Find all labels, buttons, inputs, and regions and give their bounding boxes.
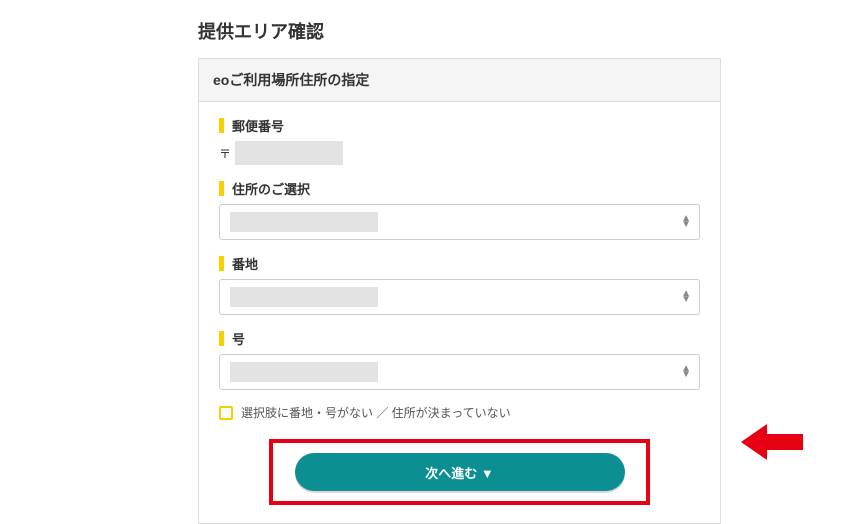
marker-icon (219, 331, 224, 346)
address-select-value (230, 212, 378, 232)
banchi-label-text: 番地 (232, 254, 258, 273)
banchi-label: 番地 (219, 254, 700, 273)
address-card: eoご利用場所住所の指定 郵便番号 〒 住所のご選択 (198, 58, 721, 524)
gou-label: 号 (219, 329, 700, 348)
postal-field: 郵便番号 〒 (219, 116, 700, 165)
gou-label-text: 号 (232, 329, 245, 348)
banchi-field: 番地 ▲▼ (219, 254, 700, 315)
card-heading: eoご利用場所住所の指定 (199, 59, 720, 102)
address-select[interactable] (219, 204, 700, 240)
postal-input[interactable] (235, 141, 343, 165)
address-label: 住所のご選択 (219, 179, 700, 198)
gou-select-value (230, 362, 378, 382)
banchi-select-value (230, 287, 378, 307)
marker-icon (219, 256, 224, 271)
next-button[interactable]: 次へ進む ▼ (295, 453, 625, 491)
next-button-label: 次へ進む ▼ (425, 463, 493, 482)
marker-icon (219, 181, 224, 196)
chevron-updown-icon: ▲▼ (681, 216, 691, 228)
gou-select[interactable] (219, 354, 700, 390)
checkbox-icon (219, 406, 233, 420)
postal-label-text: 郵便番号 (232, 116, 284, 135)
page-title: 提供エリア確認 (198, 18, 721, 44)
no-banchi-checkbox-row[interactable]: 選択肢に番地・号がない ／ 住所が決まっていない (219, 404, 700, 421)
postal-label: 郵便番号 (219, 116, 700, 135)
banchi-select[interactable] (219, 279, 700, 315)
postal-prefix: 〒 (219, 145, 231, 162)
chevron-updown-icon: ▲▼ (681, 291, 691, 303)
address-label-text: 住所のご選択 (232, 179, 310, 198)
chevron-updown-icon: ▲▼ (681, 366, 691, 378)
arrow-left-icon (741, 422, 803, 462)
address-field: 住所のご選択 ▲▼ (219, 179, 700, 240)
gou-field: 号 ▲▼ (219, 329, 700, 390)
marker-icon (219, 118, 224, 133)
checkbox-label: 選択肢に番地・号がない ／ 住所が決まっていない (241, 404, 511, 421)
highlight-box: 次へ進む ▼ (269, 439, 650, 505)
